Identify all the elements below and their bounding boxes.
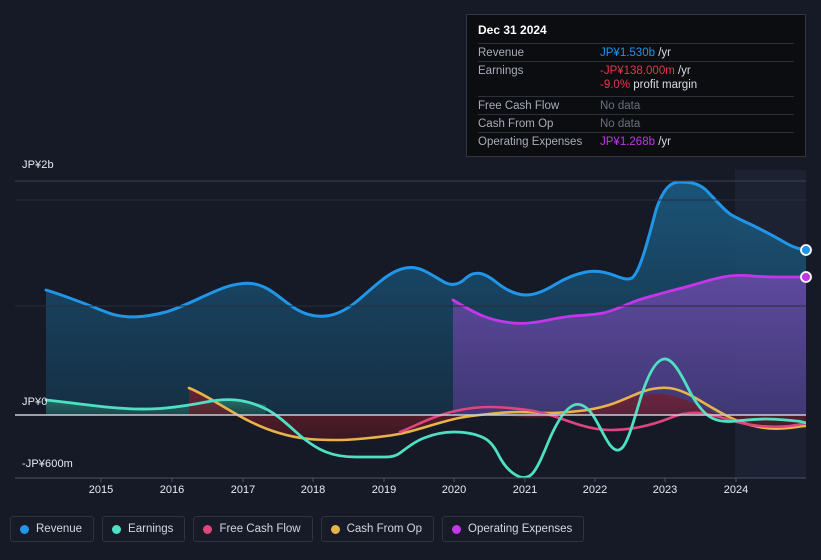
tooltip-unit-operating-expenses: /yr — [655, 136, 671, 148]
earnings-color-dot — [112, 524, 122, 534]
tooltip-label-earnings: Earnings — [478, 65, 524, 77]
tooltip-unit-profit-margin: profit margin — [630, 79, 698, 91]
x-axis-tick-2024: 2024 — [723, 484, 749, 496]
tooltip-label-cash-from-op: Cash From Op — [478, 118, 554, 130]
tooltip-amount-profit-margin: -9.0% — [600, 79, 631, 91]
legend-item-cash-from-op[interactable]: Cash From Op — [320, 516, 435, 542]
tooltip-value-cash-from-op: No data — [600, 118, 640, 130]
tooltip-amount-cash-from-op: No data — [600, 118, 641, 130]
x-axis-tick-2015: 2015 — [88, 484, 114, 496]
x-axis-tick-2019: 2019 — [371, 484, 397, 496]
tooltip-amount-operating-expenses: JP¥1.268b — [600, 136, 655, 148]
x-axis-tick-2023: 2023 — [652, 484, 678, 496]
tooltip-label-revenue: Revenue — [478, 47, 525, 59]
tooltip-row-free-cash-flow: Free Cash Flow No data — [478, 96, 794, 114]
tooltip-amount-free-cash-flow: No data — [600, 100, 641, 112]
tooltip-value-operating-expenses: JP¥1.268b /yr — [600, 136, 671, 148]
tooltip-value-profit-margin: -9.0% profit margin — [600, 79, 697, 91]
tooltip-value-revenue: JP¥1.530b /yr — [600, 47, 671, 59]
free-cash-flow-color-dot — [203, 524, 213, 534]
tooltip-row-operating-expenses: Operating Expenses JP¥1.268b /yr — [478, 132, 794, 150]
tooltip-row-earnings: Earnings -JP¥138.000m /yr — [478, 61, 794, 79]
x-axis-tick-2016: 2016 — [159, 484, 185, 496]
revenue-endpoint-marker[interactable] — [800, 244, 812, 256]
x-axis-tick-2017: 2017 — [230, 484, 256, 496]
tooltip-label-free-cash-flow: Free Cash Flow — [478, 100, 560, 112]
legend-label-cash-from-op: Cash From Op — [346, 523, 423, 535]
cash-from-op-color-dot — [330, 524, 340, 534]
tooltip-amount-earnings: -JP¥138.000m — [600, 65, 675, 77]
operating-expenses-color-dot — [452, 524, 462, 534]
tooltip-amount-revenue: JP¥1.530b — [600, 47, 655, 59]
operating-expenses-endpoint-marker[interactable] — [800, 271, 812, 283]
tooltip-unit-revenue: /yr — [655, 47, 671, 59]
y-axis-label-bottom: -JP¥600m — [22, 458, 73, 470]
tooltip-label-operating-expenses: Operating Expenses — [478, 136, 583, 148]
legend-label-revenue: Revenue — [36, 523, 83, 535]
chart-legend: Revenue Earnings Free Cash Flow Cash Fro… — [10, 516, 585, 542]
tooltip-value-earnings: -JP¥138.000m /yr — [600, 65, 691, 77]
chart-screenshot: JP¥2b JP¥0 -JP¥600m 2015 2016 2017 2018 … — [0, 0, 821, 560]
x-axis-tick-2018: 2018 — [300, 484, 326, 496]
tooltip-row-profit-margin: -9.0% profit margin — [478, 79, 794, 96]
x-axis-tick-2020: 2020 — [441, 484, 467, 496]
legend-item-revenue[interactable]: Revenue — [10, 516, 95, 542]
legend-item-free-cash-flow[interactable]: Free Cash Flow — [193, 516, 313, 542]
tooltip-row-cash-from-op: Cash From Op No data — [478, 114, 794, 132]
legend-item-operating-expenses[interactable]: Operating Expenses — [442, 516, 585, 542]
tooltip-row-revenue: Revenue JP¥1.530b /yr — [478, 43, 794, 61]
y-axis-label-zero: JP¥0 — [22, 396, 48, 408]
y-axis-label-top: JP¥2b — [22, 159, 54, 171]
legend-label-earnings: Earnings — [128, 523, 174, 535]
chart-tooltip: Dec 31 2024 Revenue JP¥1.530b /yr Earnin… — [466, 14, 806, 157]
legend-label-operating-expenses: Operating Expenses — [468, 523, 573, 535]
tooltip-value-free-cash-flow: No data — [600, 100, 640, 112]
x-axis-tick-2022: 2022 — [582, 484, 608, 496]
legend-item-earnings[interactable]: Earnings — [102, 516, 186, 542]
x-axis-tick-2021: 2021 — [512, 484, 538, 496]
revenue-color-dot — [20, 524, 29, 534]
tooltip-date: Dec 31 2024 — [478, 23, 547, 37]
legend-label-free-cash-flow: Free Cash Flow — [219, 523, 301, 535]
tooltip-unit-earnings: /yr — [674, 65, 691, 77]
